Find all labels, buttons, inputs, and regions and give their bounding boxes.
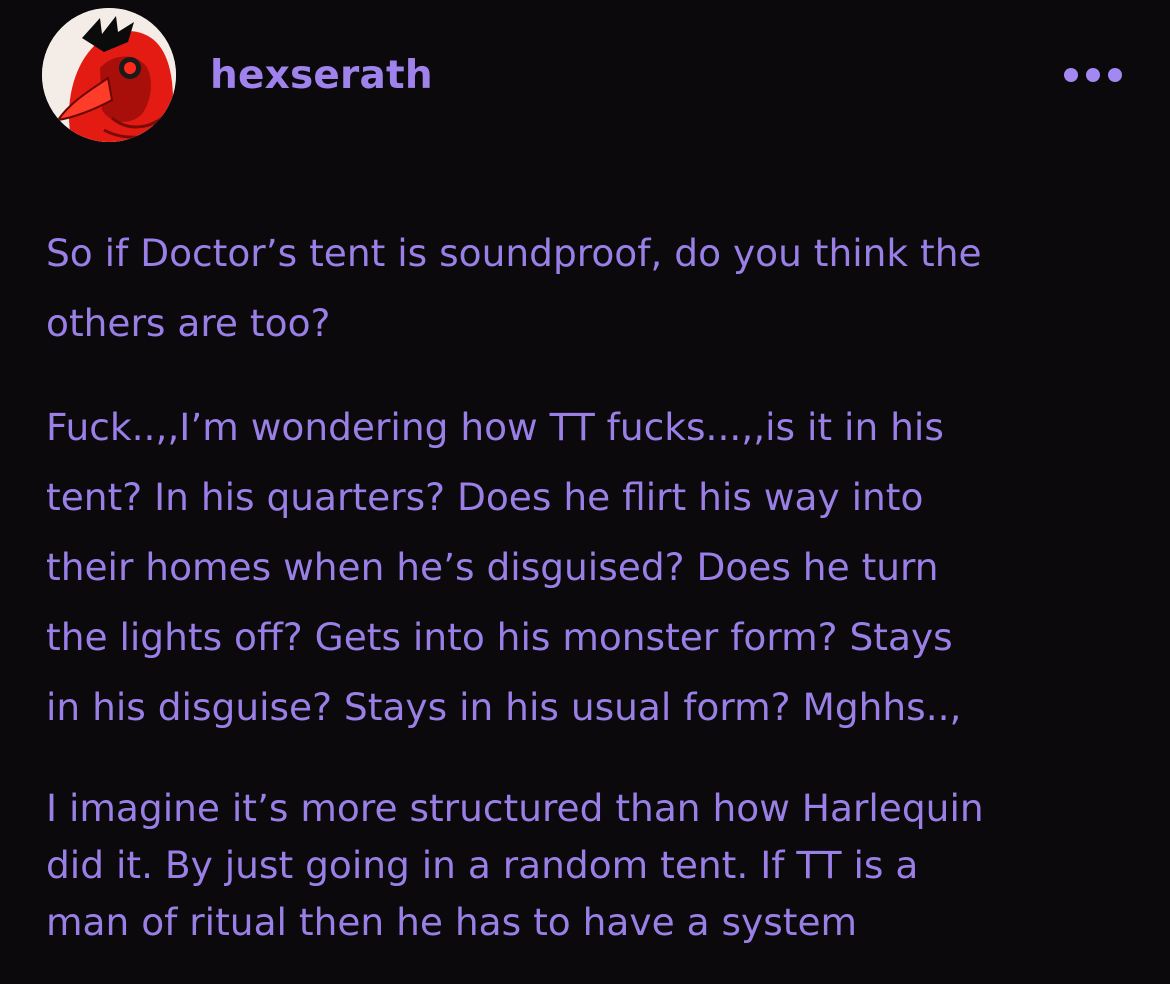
ellipsis-icon bbox=[1108, 68, 1122, 82]
plague-doctor-avatar-icon bbox=[42, 8, 176, 142]
post-paragraph: Fuck..,,I’m wondering how TT fucks...,,i… bbox=[46, 405, 962, 729]
avatar[interactable] bbox=[42, 8, 176, 142]
post-paragraph: So if Doctor’s tent is soundproof, do yo… bbox=[46, 231, 982, 345]
post-paragraph: I imagine it’s more structured than how … bbox=[46, 786, 984, 944]
post-card: hexserath So if Doctor’s tent is soundpr… bbox=[0, 0, 1170, 984]
username-link[interactable]: hexserath bbox=[210, 52, 433, 100]
more-options-button[interactable] bbox=[1058, 58, 1128, 92]
post-body: So if Doctor’s tent is soundproof, do yo… bbox=[46, 218, 1136, 951]
ellipsis-icon bbox=[1086, 68, 1100, 82]
ellipsis-icon bbox=[1064, 68, 1078, 82]
post-header: hexserath bbox=[42, 8, 1128, 142]
